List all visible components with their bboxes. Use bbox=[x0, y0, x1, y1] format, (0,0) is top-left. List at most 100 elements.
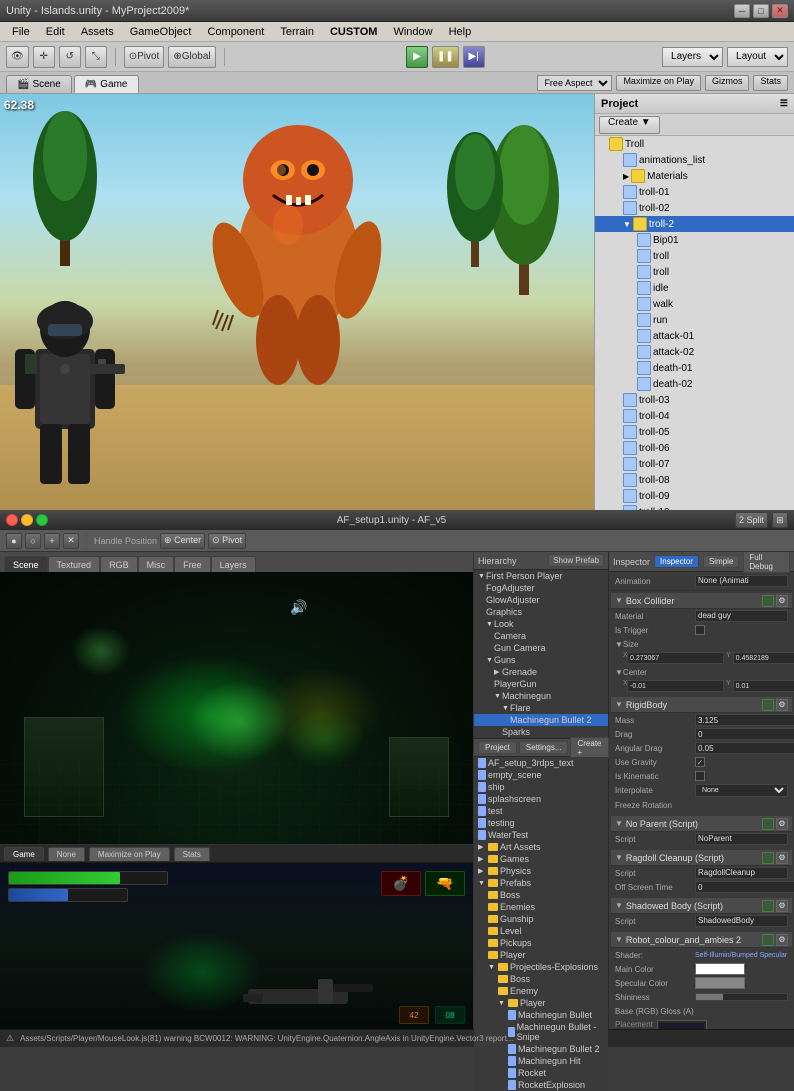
proj-item-enemy[interactable]: Enemy bbox=[474, 985, 608, 997]
tree-item-troll-01[interactable]: troll-01 bbox=[595, 184, 794, 200]
bottom-close-button[interactable] bbox=[6, 514, 18, 526]
tree-item-animations-list[interactable]: animations_list bbox=[595, 152, 794, 168]
tree-item-troll-05[interactable]: troll-05 bbox=[595, 424, 794, 440]
proj-item-testing[interactable]: testing bbox=[474, 817, 608, 829]
menu-edit[interactable]: Edit bbox=[38, 24, 73, 40]
proj-item-physics[interactable]: ▶ Physics bbox=[474, 865, 608, 877]
hier-item-glowadjuster[interactable]: GlowAdjuster bbox=[474, 594, 608, 606]
tree-item-troll-07[interactable]: troll-07 bbox=[595, 456, 794, 472]
proj-item-player2[interactable]: ▼ Player bbox=[474, 997, 608, 1009]
hier-item-playergun[interactable]: PlayerGun bbox=[474, 678, 608, 690]
tree-item-troll-02[interactable]: troll-02 bbox=[595, 200, 794, 216]
shininess-slider-fill[interactable] bbox=[696, 994, 723, 1000]
mass-input[interactable] bbox=[695, 714, 794, 726]
tree-item-death02[interactable]: death-02 bbox=[595, 376, 794, 392]
step-button[interactable]: ▶| bbox=[463, 46, 485, 68]
proj-item-games[interactable]: ▶ Games bbox=[474, 853, 608, 865]
rca-settings-btn[interactable]: ⚙ bbox=[776, 934, 788, 946]
add-button[interactable]: + bbox=[44, 533, 60, 549]
tree-item-troll-09[interactable]: troll-09 bbox=[595, 488, 794, 504]
proj-item-splash[interactable]: splashscreen bbox=[474, 793, 608, 805]
full-debug-tab[interactable]: Full Debug bbox=[743, 552, 790, 573]
project-panel-menu-icon[interactable]: ☰ bbox=[780, 98, 788, 109]
sb-enable-btn[interactable] bbox=[762, 900, 774, 912]
snap-button[interactable]: ○ bbox=[25, 533, 41, 549]
hier-item-graphics[interactable]: Graphics bbox=[474, 606, 608, 618]
proj-item-gunship[interactable]: Gunship bbox=[474, 913, 608, 925]
proj-item-mg-bullet2[interactable]: Machinegun Bullet 2 bbox=[474, 1043, 608, 1055]
hier-item-flare[interactable]: ▼ Flare bbox=[474, 702, 608, 714]
texture-thumbnail[interactable] bbox=[657, 1020, 707, 1029]
tree-item-troll[interactable]: Troll bbox=[595, 136, 794, 152]
tab-scene[interactable]: 🎬 Scene bbox=[6, 75, 72, 93]
hier-item-first-person-player[interactable]: ▼ First Person Player bbox=[474, 570, 608, 582]
is-kinematic-checkbox[interactable] bbox=[695, 771, 705, 781]
tree-item-troll-2[interactable]: ▼ troll-2 bbox=[595, 216, 794, 232]
hier-item-machinegun[interactable]: ▼ Machinegun bbox=[474, 690, 608, 702]
menu-terrain[interactable]: Terrain bbox=[272, 24, 322, 40]
proj-item-mg-bullet[interactable]: Machinegun Bullet bbox=[474, 1009, 608, 1021]
pause-button[interactable]: ❚❚ bbox=[432, 46, 459, 68]
menu-custom[interactable]: CUSTOM bbox=[322, 24, 385, 40]
show-prefab-button[interactable]: Show Prefab bbox=[548, 554, 604, 567]
tree-item-walk[interactable]: walk bbox=[595, 296, 794, 312]
proj-item-test[interactable]: test bbox=[474, 805, 608, 817]
bottom-tab-layers[interactable]: Layers bbox=[211, 556, 256, 572]
collider-enable-btn[interactable] bbox=[762, 595, 774, 607]
np-settings-btn[interactable]: ⚙ bbox=[776, 818, 788, 830]
project-bottom-tab[interactable]: Project bbox=[478, 741, 517, 754]
hier-item-gun-camera[interactable]: Gun Camera bbox=[474, 642, 608, 654]
game-tab[interactable]: Game bbox=[4, 847, 44, 861]
angular-drag-input[interactable] bbox=[695, 742, 794, 754]
proj-item-level[interactable]: Level bbox=[474, 925, 608, 937]
tree-item-troll-a[interactable]: troll bbox=[595, 248, 794, 264]
proj-item-ship[interactable]: ship bbox=[474, 781, 608, 793]
sb-settings-btn[interactable]: ⚙ bbox=[776, 900, 788, 912]
proj-item-pickups[interactable]: Pickups bbox=[474, 937, 608, 949]
center-y-input[interactable] bbox=[733, 680, 794, 692]
proj-item-boss[interactable]: Boss bbox=[474, 889, 608, 901]
inspector-tab[interactable]: Inspector bbox=[654, 555, 699, 568]
tree-item-attack01[interactable]: attack-01 bbox=[595, 328, 794, 344]
tree-item-troll-06[interactable]: troll-06 bbox=[595, 440, 794, 456]
collider-settings-btn[interactable]: ⚙ bbox=[776, 595, 788, 607]
specular-color-swatch[interactable] bbox=[695, 977, 745, 989]
create-bottom-tab[interactable]: Create + bbox=[570, 737, 608, 759]
shadowed-body-header[interactable]: ▼ Shadowed Body (Script) ⚙ bbox=[611, 898, 792, 914]
proj-item-proj-expl[interactable]: ▼ Projectiles-Explosions bbox=[474, 961, 608, 973]
project-tree-view[interactable]: Troll animations_list ▶ Materials troll-… bbox=[595, 136, 794, 510]
np-enable-btn[interactable] bbox=[762, 818, 774, 830]
ragdoll-header[interactable]: ▼ Ragdoll Cleanup (Script) ⚙ bbox=[611, 850, 792, 866]
hier-item-fogadjuster[interactable]: FogAdjuster bbox=[474, 582, 608, 594]
tree-item-troll-03[interactable]: troll-03 bbox=[595, 392, 794, 408]
off-screen-input[interactable] bbox=[695, 881, 794, 893]
proj-item-player[interactable]: Player bbox=[474, 949, 608, 961]
layers-select[interactable]: Layers bbox=[662, 47, 723, 67]
rca-enable-btn[interactable] bbox=[762, 934, 774, 946]
minimize-button[interactable]: ─ bbox=[734, 4, 750, 18]
no-parent-header[interactable]: ▼ No Parent (Script) ⚙ bbox=[611, 816, 792, 832]
project-create-button[interactable]: Create ▼ bbox=[599, 116, 660, 134]
tree-item-idle[interactable]: idle bbox=[595, 280, 794, 296]
split-button[interactable]: 2 Split bbox=[735, 512, 768, 528]
tree-item-bip01[interactable]: Bip01 bbox=[595, 232, 794, 248]
move-tool-button[interactable]: ✛ bbox=[33, 46, 55, 68]
bottom-maximize-button[interactable] bbox=[36, 514, 48, 526]
play-button[interactable]: ▶ bbox=[406, 46, 428, 68]
size-x-input[interactable] bbox=[627, 652, 724, 664]
menu-file[interactable]: File bbox=[4, 24, 38, 40]
use-gravity-checkbox[interactable] bbox=[695, 757, 705, 767]
proj-item-enemies[interactable]: Enemies bbox=[474, 901, 608, 913]
settings-bottom-tab[interactable]: Settings... bbox=[519, 741, 569, 754]
layout-select[interactable]: Layout bbox=[727, 47, 788, 67]
bottom-tab-textured[interactable]: Textured bbox=[48, 556, 101, 572]
menu-component[interactable]: Component bbox=[199, 24, 272, 40]
center-button[interactable]: ⊕ Center bbox=[160, 533, 205, 549]
game-max-tab[interactable]: Maximize on Play bbox=[89, 847, 170, 861]
proj-item-rocket-explosion[interactable]: RocketExplosion bbox=[474, 1079, 608, 1091]
proj-item-mg-hit[interactable]: Machinegun Hit bbox=[474, 1055, 608, 1067]
rb-enable-btn[interactable] bbox=[762, 699, 774, 711]
bottom-tab-rgb[interactable]: RGB bbox=[100, 556, 138, 572]
interpolate-select[interactable]: None bbox=[695, 784, 788, 797]
hier-item-camera[interactable]: Camera bbox=[474, 630, 608, 642]
